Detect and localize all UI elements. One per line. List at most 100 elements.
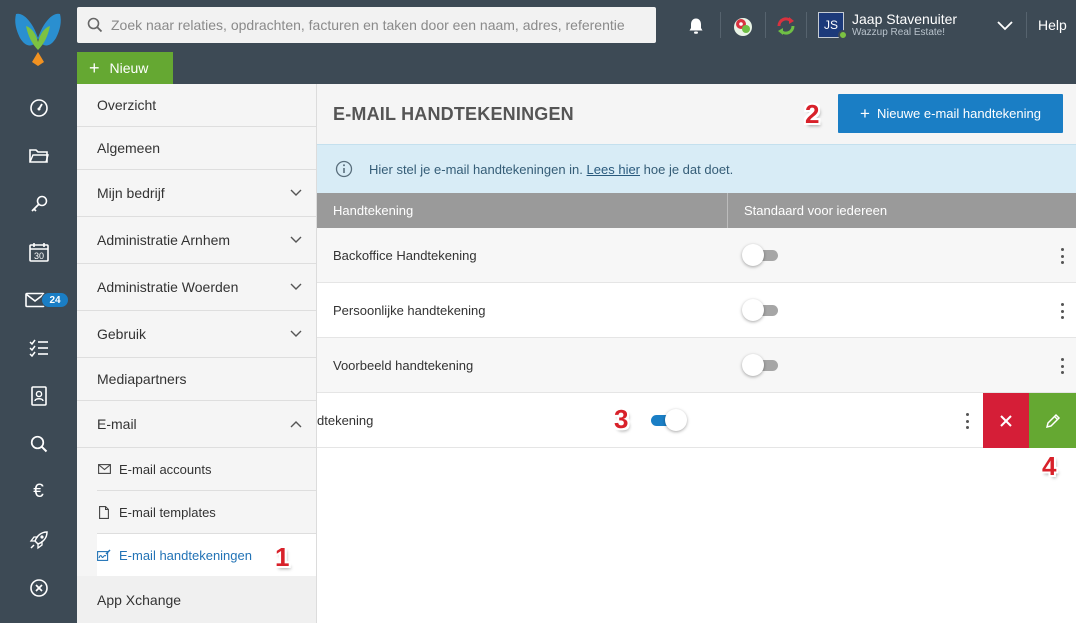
- menu-item-label: Mijn bedrijf: [97, 185, 165, 201]
- pencil-icon: [1045, 413, 1060, 428]
- column-header-standaard[interactable]: Standaard voor iedereen: [744, 193, 887, 228]
- plus-icon: +: [89, 58, 100, 78]
- rocket-icon: [29, 531, 48, 550]
- menu-item-label: Mediapartners: [97, 371, 187, 387]
- rail-item-search[interactable]: [0, 420, 77, 468]
- left-rail: 30 24 €: [0, 84, 77, 623]
- default-toggle[interactable]: [742, 299, 780, 321]
- new-signature-button[interactable]: + Nieuwe e-mail handtekening: [838, 94, 1063, 133]
- chevron-up-icon: [290, 421, 302, 428]
- contacts-icon: [30, 386, 47, 406]
- global-search[interactable]: [77, 7, 656, 43]
- menu-item-algemeen[interactable]: Algemeen: [77, 127, 316, 170]
- rail-item-files[interactable]: [0, 132, 77, 180]
- column-divider: [727, 193, 728, 228]
- info-text-suffix: hoe je dat doet.: [643, 161, 734, 177]
- toolbar-divider: [1026, 12, 1027, 38]
- euro-icon: €: [33, 481, 44, 502]
- chevron-down-icon: [290, 189, 302, 196]
- mail-count-badge: 24: [41, 292, 69, 308]
- key-icon: [30, 195, 47, 212]
- submenu-item-email-templates[interactable]: E-mail templates: [97, 491, 316, 534]
- edit-button[interactable]: [1029, 393, 1076, 448]
- rail-item-calendar[interactable]: 30: [0, 228, 77, 276]
- default-toggle[interactable]: [742, 244, 780, 266]
- user-name: Jaap Stavenuiter: [852, 11, 958, 27]
- menu-item-label: Administratie Woerden: [97, 279, 239, 295]
- plus-icon: +: [860, 104, 870, 123]
- checklist-icon: [28, 339, 48, 357]
- menu-item-app-xchange[interactable]: App Xchange: [77, 576, 316, 623]
- new-button[interactable]: + Nieuw: [77, 52, 173, 84]
- new-signature-button-label: Nieuwe e-mail handtekening: [876, 106, 1041, 121]
- rail-item-dashboard[interactable]: [0, 84, 77, 132]
- integrations-button[interactable]: [730, 13, 756, 39]
- default-toggle[interactable]: [649, 409, 687, 431]
- row-menu-icon[interactable]: [1057, 356, 1067, 376]
- sync-button[interactable]: [773, 13, 799, 39]
- row-menu-icon[interactable]: [1057, 246, 1067, 266]
- new-button-label: Nieuw: [109, 60, 149, 76]
- online-status-dot: [838, 30, 848, 40]
- user-menu-toggle[interactable]: [992, 13, 1018, 39]
- menu-item-administratie-arnhem[interactable]: Administratie Arnhem: [77, 217, 316, 264]
- menu-item-label: Gebruik: [97, 326, 147, 342]
- user-menu[interactable]: JS Jaap Stavenuiter Wazzup Real Estate!: [818, 12, 957, 40]
- main-content: E-MAIL HANDTEKENINGEN + Nieuwe e-mail ha…: [317, 84, 1076, 623]
- menu-item-label: Administratie Arnhem: [97, 232, 231, 248]
- table-header: Handtekening Standaard voor iedereen: [317, 193, 1076, 228]
- toolbar-divider: [765, 12, 766, 38]
- rail-item-mail[interactable]: 24: [0, 276, 77, 324]
- rail-item-tasks[interactable]: [0, 324, 77, 372]
- rail-item-marketing[interactable]: [0, 516, 77, 564]
- row-menu-icon[interactable]: [1057, 301, 1067, 321]
- menu-item-mijn-bedrijf[interactable]: Mijn bedrijf: [77, 170, 316, 217]
- sync-icon: [777, 17, 795, 35]
- chevron-down-icon: [290, 236, 302, 243]
- submenu-item-email-accounts[interactable]: E-mail accounts: [97, 448, 316, 491]
- menu-item-gebruik[interactable]: Gebruik: [77, 311, 316, 358]
- integrations-icon: [734, 18, 752, 36]
- bell-icon: [689, 18, 703, 34]
- help-link[interactable]: Help: [1038, 17, 1067, 33]
- delete-button[interactable]: [983, 393, 1029, 448]
- submenu-item-label: E-mail handtekeningen: [119, 547, 252, 563]
- envelope-icon: [97, 464, 111, 474]
- page-title: E-MAIL HANDTEKENINGEN: [333, 104, 574, 124]
- annotation-marker: 4: [1042, 451, 1057, 481]
- rail-item-close[interactable]: [0, 564, 77, 612]
- menu-item-administratie-woerden[interactable]: Administratie Woerden: [77, 264, 316, 311]
- column-header-handtekening[interactable]: Handtekening: [333, 193, 413, 228]
- app-logo[interactable]: [12, 8, 64, 68]
- annotation-marker: 3: [614, 404, 629, 434]
- document-icon: [99, 505, 109, 519]
- user-company: Wazzup Real Estate!: [852, 27, 946, 38]
- menu-item-label: Overzicht: [97, 97, 157, 113]
- info-icon: [335, 160, 353, 178]
- info-help-link[interactable]: Lees hier: [587, 162, 640, 177]
- signature-name: Persoonlijke handtekening: [333, 303, 486, 318]
- menu-item-mediapartners[interactable]: Mediapartners: [77, 358, 316, 401]
- default-toggle[interactable]: [742, 354, 780, 376]
- notifications-button[interactable]: [683, 13, 709, 39]
- signature-name: Voorbeeld handtekening: [333, 358, 474, 373]
- folder-icon: [28, 149, 49, 163]
- submenu-item-label: E-mail templates: [119, 504, 216, 520]
- menu-item-overzicht[interactable]: Overzicht: [77, 84, 316, 127]
- table-row[interactable]: Voorbeeld handtekening: [317, 338, 1076, 393]
- rail-item-finance[interactable]: €: [0, 468, 77, 516]
- search-input[interactable]: [111, 17, 631, 33]
- rail-item-contacts[interactable]: [0, 372, 77, 420]
- chevron-down-icon: [290, 330, 302, 337]
- table-row-swiped[interactable]: dtekening: [317, 393, 1076, 448]
- submenu-item-label: E-mail accounts: [119, 461, 212, 477]
- calendar-day: 30: [33, 251, 43, 261]
- chevron-down-icon: [997, 21, 1013, 31]
- chevron-down-icon: [290, 283, 302, 290]
- row-menu-icon[interactable]: [962, 411, 972, 431]
- avatar: JS: [818, 12, 848, 40]
- menu-item-email[interactable]: E-mail: [77, 401, 316, 448]
- rail-item-keys[interactable]: [0, 180, 77, 228]
- table-row[interactable]: Persoonlijke handtekening: [317, 283, 1076, 338]
- table-row[interactable]: Backoffice Handtekening: [317, 228, 1076, 283]
